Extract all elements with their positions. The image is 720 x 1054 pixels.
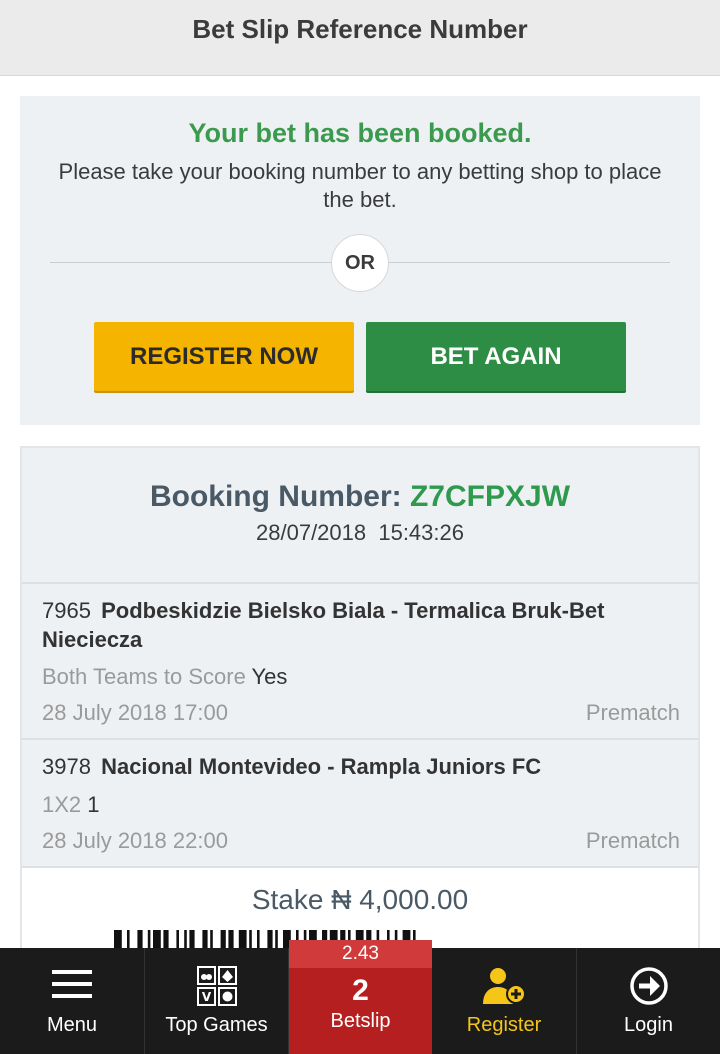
selection-row: 3978 Nacional Montevideo - Rampla Junior… bbox=[22, 740, 698, 868]
betslip-count: 2 bbox=[352, 974, 369, 1007]
nav-top-games[interactable]: V Top Games bbox=[145, 948, 289, 1054]
selection-market: Both Teams to Score Yes bbox=[42, 664, 287, 690]
nav-register[interactable]: Register bbox=[432, 948, 577, 1054]
booked-panel: Your bet has been booked. Please take yo… bbox=[20, 96, 700, 425]
booking-code: Z7CFPXJW bbox=[409, 480, 571, 513]
selection-pick: 1 bbox=[87, 792, 100, 817]
match-time: 28 July 2018 17:00 bbox=[42, 700, 228, 725]
top-games-icon: V bbox=[196, 966, 237, 1006]
nav-betslip-label: Betslip bbox=[330, 1010, 391, 1032]
selection-row: 7965 Podbeskidzie Bielsko Biala - Termal… bbox=[22, 584, 698, 740]
match-type: Prematch bbox=[585, 828, 680, 853]
nav-login-label: Login bbox=[624, 1014, 673, 1036]
booked-message: Please take your booking number to any b… bbox=[58, 159, 662, 212]
page-title: Bet Slip Reference Number bbox=[192, 14, 528, 44]
booking-number-label: Booking Number: bbox=[149, 480, 402, 513]
booking-panel: Booking Number: Z7CFPXJW 28/07/2018 15:4… bbox=[20, 446, 700, 970]
booked-title: Your bet has been booked. bbox=[188, 118, 532, 148]
betslip-total-odds: 2.43 bbox=[289, 940, 432, 968]
svg-text:V: V bbox=[201, 990, 211, 1004]
booking-number: Booking Number: Z7CFPXJW bbox=[22, 480, 698, 514]
nav-betslip[interactable]: 2.43 2 Betslip bbox=[289, 940, 432, 1054]
bottom-nav: Menu V Top Games 2.43 2 Betslip Register bbox=[0, 940, 720, 1054]
page-header: Bet Slip Reference Number bbox=[0, 0, 720, 76]
event-id: 3978 bbox=[42, 754, 91, 779]
booking-header: Booking Number: Z7CFPXJW 28/07/2018 15:4… bbox=[22, 448, 698, 584]
bet-again-button[interactable]: BET AGAIN bbox=[366, 322, 626, 391]
selection-match: 7965 Podbeskidzie Bielsko Biala - Termal… bbox=[42, 596, 682, 654]
market-name: Both Teams to Score bbox=[42, 664, 246, 689]
selection-match: 3978 Nacional Montevideo - Rampla Junior… bbox=[42, 752, 682, 781]
match-time: 28 July 2018 22:00 bbox=[42, 828, 228, 853]
or-badge: OR bbox=[331, 234, 389, 292]
nav-menu-label: Menu bbox=[46, 1014, 98, 1036]
nav-menu[interactable]: Menu bbox=[0, 948, 145, 1054]
selection-market: 1X2 1 bbox=[42, 792, 100, 818]
selection-pick: Yes bbox=[251, 664, 288, 689]
match-teams: Nacional Montevideo - Rampla Juniors FC bbox=[101, 754, 542, 779]
nav-top-games-label: Top Games bbox=[165, 1014, 268, 1036]
nav-login[interactable]: Login bbox=[577, 948, 720, 1054]
register-user-icon bbox=[483, 968, 526, 1004]
match-teams: Podbeskidzie Bielsko Biala - Termalica B… bbox=[42, 598, 605, 652]
nav-register-label: Register bbox=[466, 1014, 542, 1036]
market-name: 1X2 bbox=[42, 792, 82, 817]
event-id: 7965 bbox=[42, 598, 91, 623]
register-now-button[interactable]: REGISTER NOW bbox=[94, 322, 354, 391]
menu-icon bbox=[52, 970, 92, 998]
login-icon bbox=[629, 967, 668, 1005]
stake-amount: Stake ₦ 4,000.00 bbox=[251, 884, 469, 915]
booking-datetime: 28/07/2018 15:43:26 bbox=[256, 520, 464, 545]
match-type: Prematch bbox=[585, 700, 680, 725]
